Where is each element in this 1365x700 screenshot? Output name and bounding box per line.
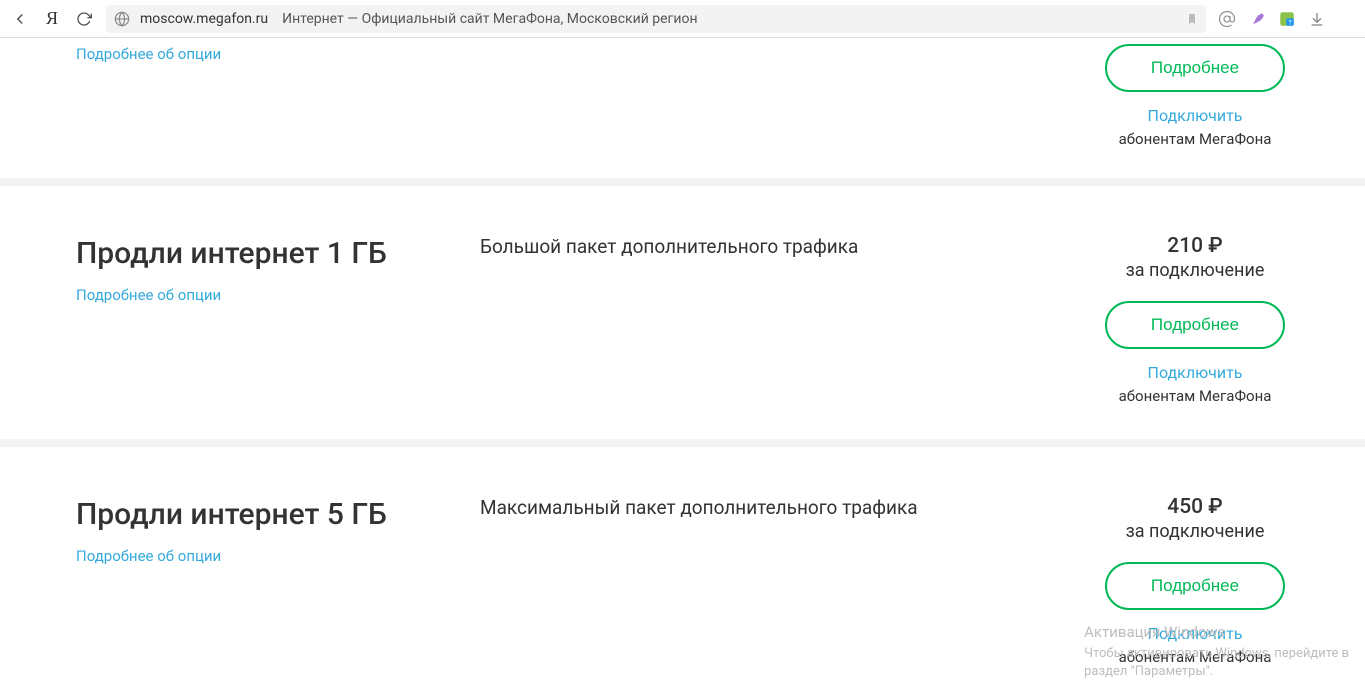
more-button[interactable]: Подробнее <box>1105 301 1285 349</box>
yandex-button[interactable]: Я <box>42 9 62 29</box>
reload-button[interactable] <box>74 9 94 29</box>
option-card: Продли интернет 5 ГБ Подробнее об опции … <box>0 447 1365 700</box>
browser-right-icons: ? <box>1218 10 1332 28</box>
svg-text:?: ? <box>1288 18 1291 26</box>
price: 450 ₽ <box>1085 495 1305 519</box>
connect-subtext: абонентам МегаФона <box>1119 648 1272 666</box>
price-subtext: за подключение <box>1085 521 1305 542</box>
price-subtext: за подключение <box>1085 260 1305 281</box>
connect-subtext: абонентам МегаФона <box>1119 387 1272 405</box>
option-more-link[interactable]: Подробнее об опции <box>76 286 221 304</box>
connect-link[interactable]: Подключить <box>1085 624 1305 643</box>
connect-subtext: абонентам МегаФона <box>1119 130 1272 148</box>
more-button[interactable]: Подробнее <box>1105 44 1285 92</box>
option-title: Продли интернет 1 ГБ <box>76 234 480 273</box>
option-card: Продли интернет 1 ГБ Подробнее об опции … <box>0 186 1365 447</box>
connect-link[interactable]: Подключить <box>1085 363 1305 382</box>
option-description: Максимальный пакет дополнительного трафи… <box>480 495 1065 522</box>
browser-toolbar: Я moscow.megafon.ru Интернет — Официальн… <box>0 0 1365 38</box>
option-more-link[interactable]: Подробнее об опции <box>76 45 221 63</box>
url-text: moscow.megafon.ru <box>140 11 268 27</box>
more-button[interactable]: Подробнее <box>1105 562 1285 610</box>
bookmark-icon[interactable] <box>1186 12 1198 26</box>
page-title-text: Интернет — Официальный сайт МегаФона, Мо… <box>282 11 697 27</box>
feather-icon[interactable] <box>1248 10 1266 28</box>
price: 210 ₽ <box>1085 234 1305 258</box>
address-bar[interactable]: moscow.megafon.ru Интернет — Официальный… <box>106 5 1206 33</box>
option-card-partial: Подробнее об опции Подробнее Подключить … <box>0 38 1365 186</box>
option-description: Большой пакет дополнительного трафика <box>480 234 1065 261</box>
at-icon[interactable] <box>1218 10 1236 28</box>
option-title: Продли интернет 5 ГБ <box>76 495 480 534</box>
page-content: Подробнее об опции Подробнее Подключить … <box>0 38 1365 700</box>
back-button[interactable] <box>10 9 30 29</box>
globe-icon <box>114 11 130 27</box>
extension-icon[interactable]: ? <box>1278 10 1296 28</box>
connect-link[interactable]: Подключить <box>1085 106 1305 125</box>
download-icon[interactable] <box>1308 10 1326 28</box>
option-more-link[interactable]: Подробнее об опции <box>76 547 221 565</box>
